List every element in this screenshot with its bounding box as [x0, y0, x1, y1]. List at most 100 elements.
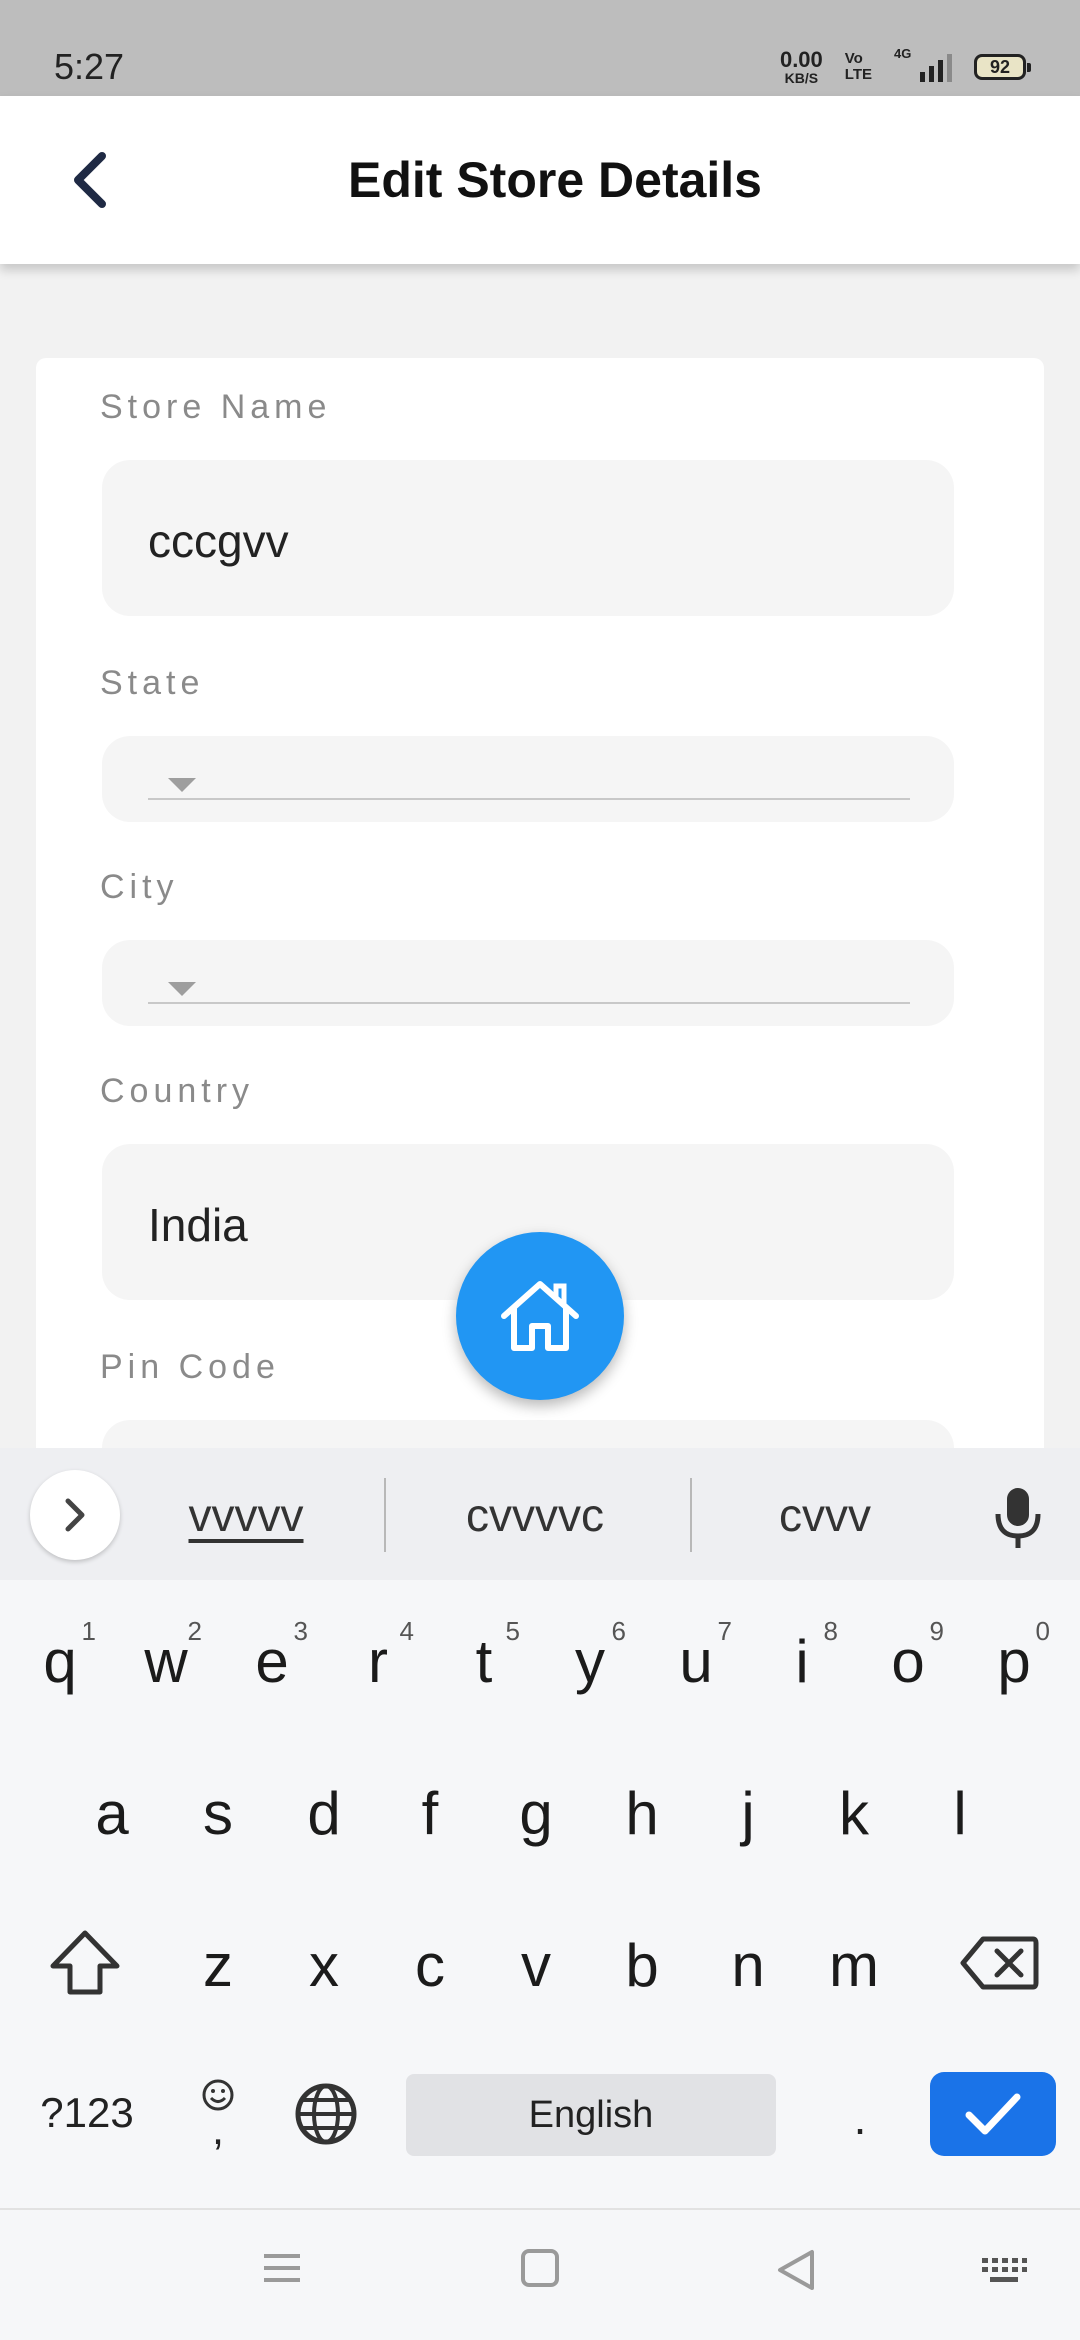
symbols-key-label: ?123	[40, 2089, 134, 2136]
store-name-value: cccgvv	[148, 515, 289, 567]
key-i[interactable]: i8	[752, 1596, 852, 1726]
key-h[interactable]: h	[592, 1748, 692, 1878]
key-label: d	[307, 1779, 341, 1847]
key-w[interactable]: w2	[116, 1596, 216, 1726]
key-s[interactable]: s	[168, 1748, 268, 1878]
keyboard-switch-button[interactable]	[980, 2256, 1028, 2291]
key-label: s	[203, 1779, 233, 1847]
volte-top: Vo	[844, 50, 863, 68]
key-r[interactable]: r4	[328, 1596, 428, 1726]
key-hint: 0	[1035, 1616, 1050, 1646]
menu-button[interactable]	[262, 2248, 302, 2293]
key-label: j	[741, 1779, 755, 1847]
keyboard-expand-button[interactable]	[30, 1470, 120, 1560]
key-label: u	[679, 1627, 713, 1695]
chevron-left-icon	[74, 152, 106, 208]
suggestion-divider	[384, 1478, 386, 1552]
shift-icon	[50, 1930, 120, 1995]
key-hint: 7	[717, 1616, 732, 1646]
globe-icon	[295, 2083, 357, 2145]
key-u[interactable]: u7	[646, 1596, 746, 1726]
key-x[interactable]: x	[274, 1900, 374, 2030]
key-hint: 2	[187, 1616, 202, 1646]
key-z[interactable]: z	[168, 1900, 268, 2030]
signal-bar	[938, 60, 943, 82]
key-q[interactable]: q1	[10, 1596, 110, 1726]
space-key-label: English	[528, 2093, 654, 2136]
key-label: b	[625, 1931, 659, 1999]
key-o[interactable]: o9	[858, 1596, 958, 1726]
store-name-field[interactable]: cccgvv	[102, 460, 954, 616]
key-d[interactable]: d	[274, 1748, 374, 1878]
home-nav-button[interactable]	[520, 2248, 560, 2293]
emoji-comma-key[interactable]: ,	[178, 2058, 258, 2168]
key-label: p	[997, 1627, 1031, 1695]
period-key[interactable]: .	[820, 2068, 900, 2168]
network-speed-unit: KB/S	[784, 70, 819, 86]
battery-level: 92	[989, 56, 1011, 77]
key-label: z	[203, 1931, 233, 1999]
country-value: India	[148, 1199, 248, 1251]
symbols-key[interactable]: ?123	[22, 2068, 152, 2158]
key-label: a	[95, 1779, 129, 1847]
key-j[interactable]: j	[698, 1748, 798, 1878]
shift-key[interactable]	[30, 1908, 140, 2018]
home-icon	[501, 1281, 579, 1351]
key-n[interactable]: n	[698, 1900, 798, 2030]
backspace-key[interactable]	[944, 1908, 1054, 2018]
key-label: y	[575, 1627, 605, 1695]
back-button[interactable]	[48, 138, 132, 222]
comma-key-label: ,	[211, 2105, 225, 2155]
pin-code-label: Pin Code	[100, 1348, 280, 1386]
suggestion-2[interactable]: cvvvvc	[430, 1488, 640, 1542]
key-t[interactable]: t5	[434, 1596, 534, 1726]
key-label: t	[475, 1627, 493, 1695]
backspace-icon	[960, 1936, 1039, 1990]
done-key[interactable]	[930, 2072, 1056, 2156]
key-y[interactable]: y6	[540, 1596, 640, 1726]
status-bar: 5:27 0.00 KB/S Vo LTE 4G 92	[0, 0, 1080, 96]
key-label: x	[309, 1931, 339, 1999]
key-label: k	[839, 1779, 869, 1847]
key-hint: 6	[611, 1616, 626, 1646]
key-hint: 5	[505, 1616, 520, 1646]
suggestion-divider	[690, 1478, 692, 1552]
microphone-button[interactable]	[990, 1486, 1046, 1555]
language-key[interactable]	[286, 2064, 366, 2164]
suggestion-3[interactable]: cvvv	[740, 1488, 910, 1542]
key-label: g	[519, 1779, 553, 1847]
key-label: e	[255, 1627, 289, 1695]
network-speed: 0.00 KB/S	[780, 49, 823, 86]
city-dropdown[interactable]	[102, 940, 954, 1026]
key-label: w	[144, 1627, 188, 1695]
suggestion-strip: vvvvv cvvvvc cvvv	[0, 1448, 1080, 1580]
dropdown-underline	[148, 798, 910, 800]
key-c[interactable]: c	[380, 1900, 480, 2030]
space-key[interactable]: English	[406, 2074, 776, 2156]
key-l[interactable]: l	[910, 1748, 1010, 1878]
key-a[interactable]: a	[62, 1748, 162, 1878]
key-m[interactable]: m	[804, 1900, 904, 2030]
key-label: r	[368, 1627, 388, 1695]
chevron-right-icon	[65, 1498, 85, 1532]
key-g[interactable]: g	[486, 1748, 586, 1878]
back-nav-button[interactable]	[776, 2248, 816, 2297]
keyboard-icon	[982, 2258, 1027, 2282]
key-f[interactable]: f	[380, 1748, 480, 1878]
key-p[interactable]: p0	[964, 1596, 1064, 1726]
state-dropdown[interactable]	[102, 736, 954, 822]
country-label: Country	[100, 1072, 255, 1110]
suggestion-1[interactable]: vvvvv	[166, 1488, 326, 1542]
key-v[interactable]: v	[486, 1900, 586, 2030]
battery-icon: 92	[974, 54, 1031, 80]
key-b[interactable]: b	[592, 1900, 692, 2030]
checkmark-icon	[965, 2093, 1021, 2135]
key-hint: 3	[293, 1616, 308, 1646]
key-e[interactable]: e3	[222, 1596, 322, 1726]
key-label: f	[421, 1779, 439, 1847]
key-k[interactable]: k	[804, 1748, 904, 1878]
app-bar: Edit Store Details	[0, 96, 1080, 264]
status-icons: 0.00 KB/S Vo LTE 4G 92	[780, 46, 1031, 86]
home-fab-button[interactable]	[456, 1232, 624, 1400]
dropdown-underline	[148, 1002, 910, 1004]
